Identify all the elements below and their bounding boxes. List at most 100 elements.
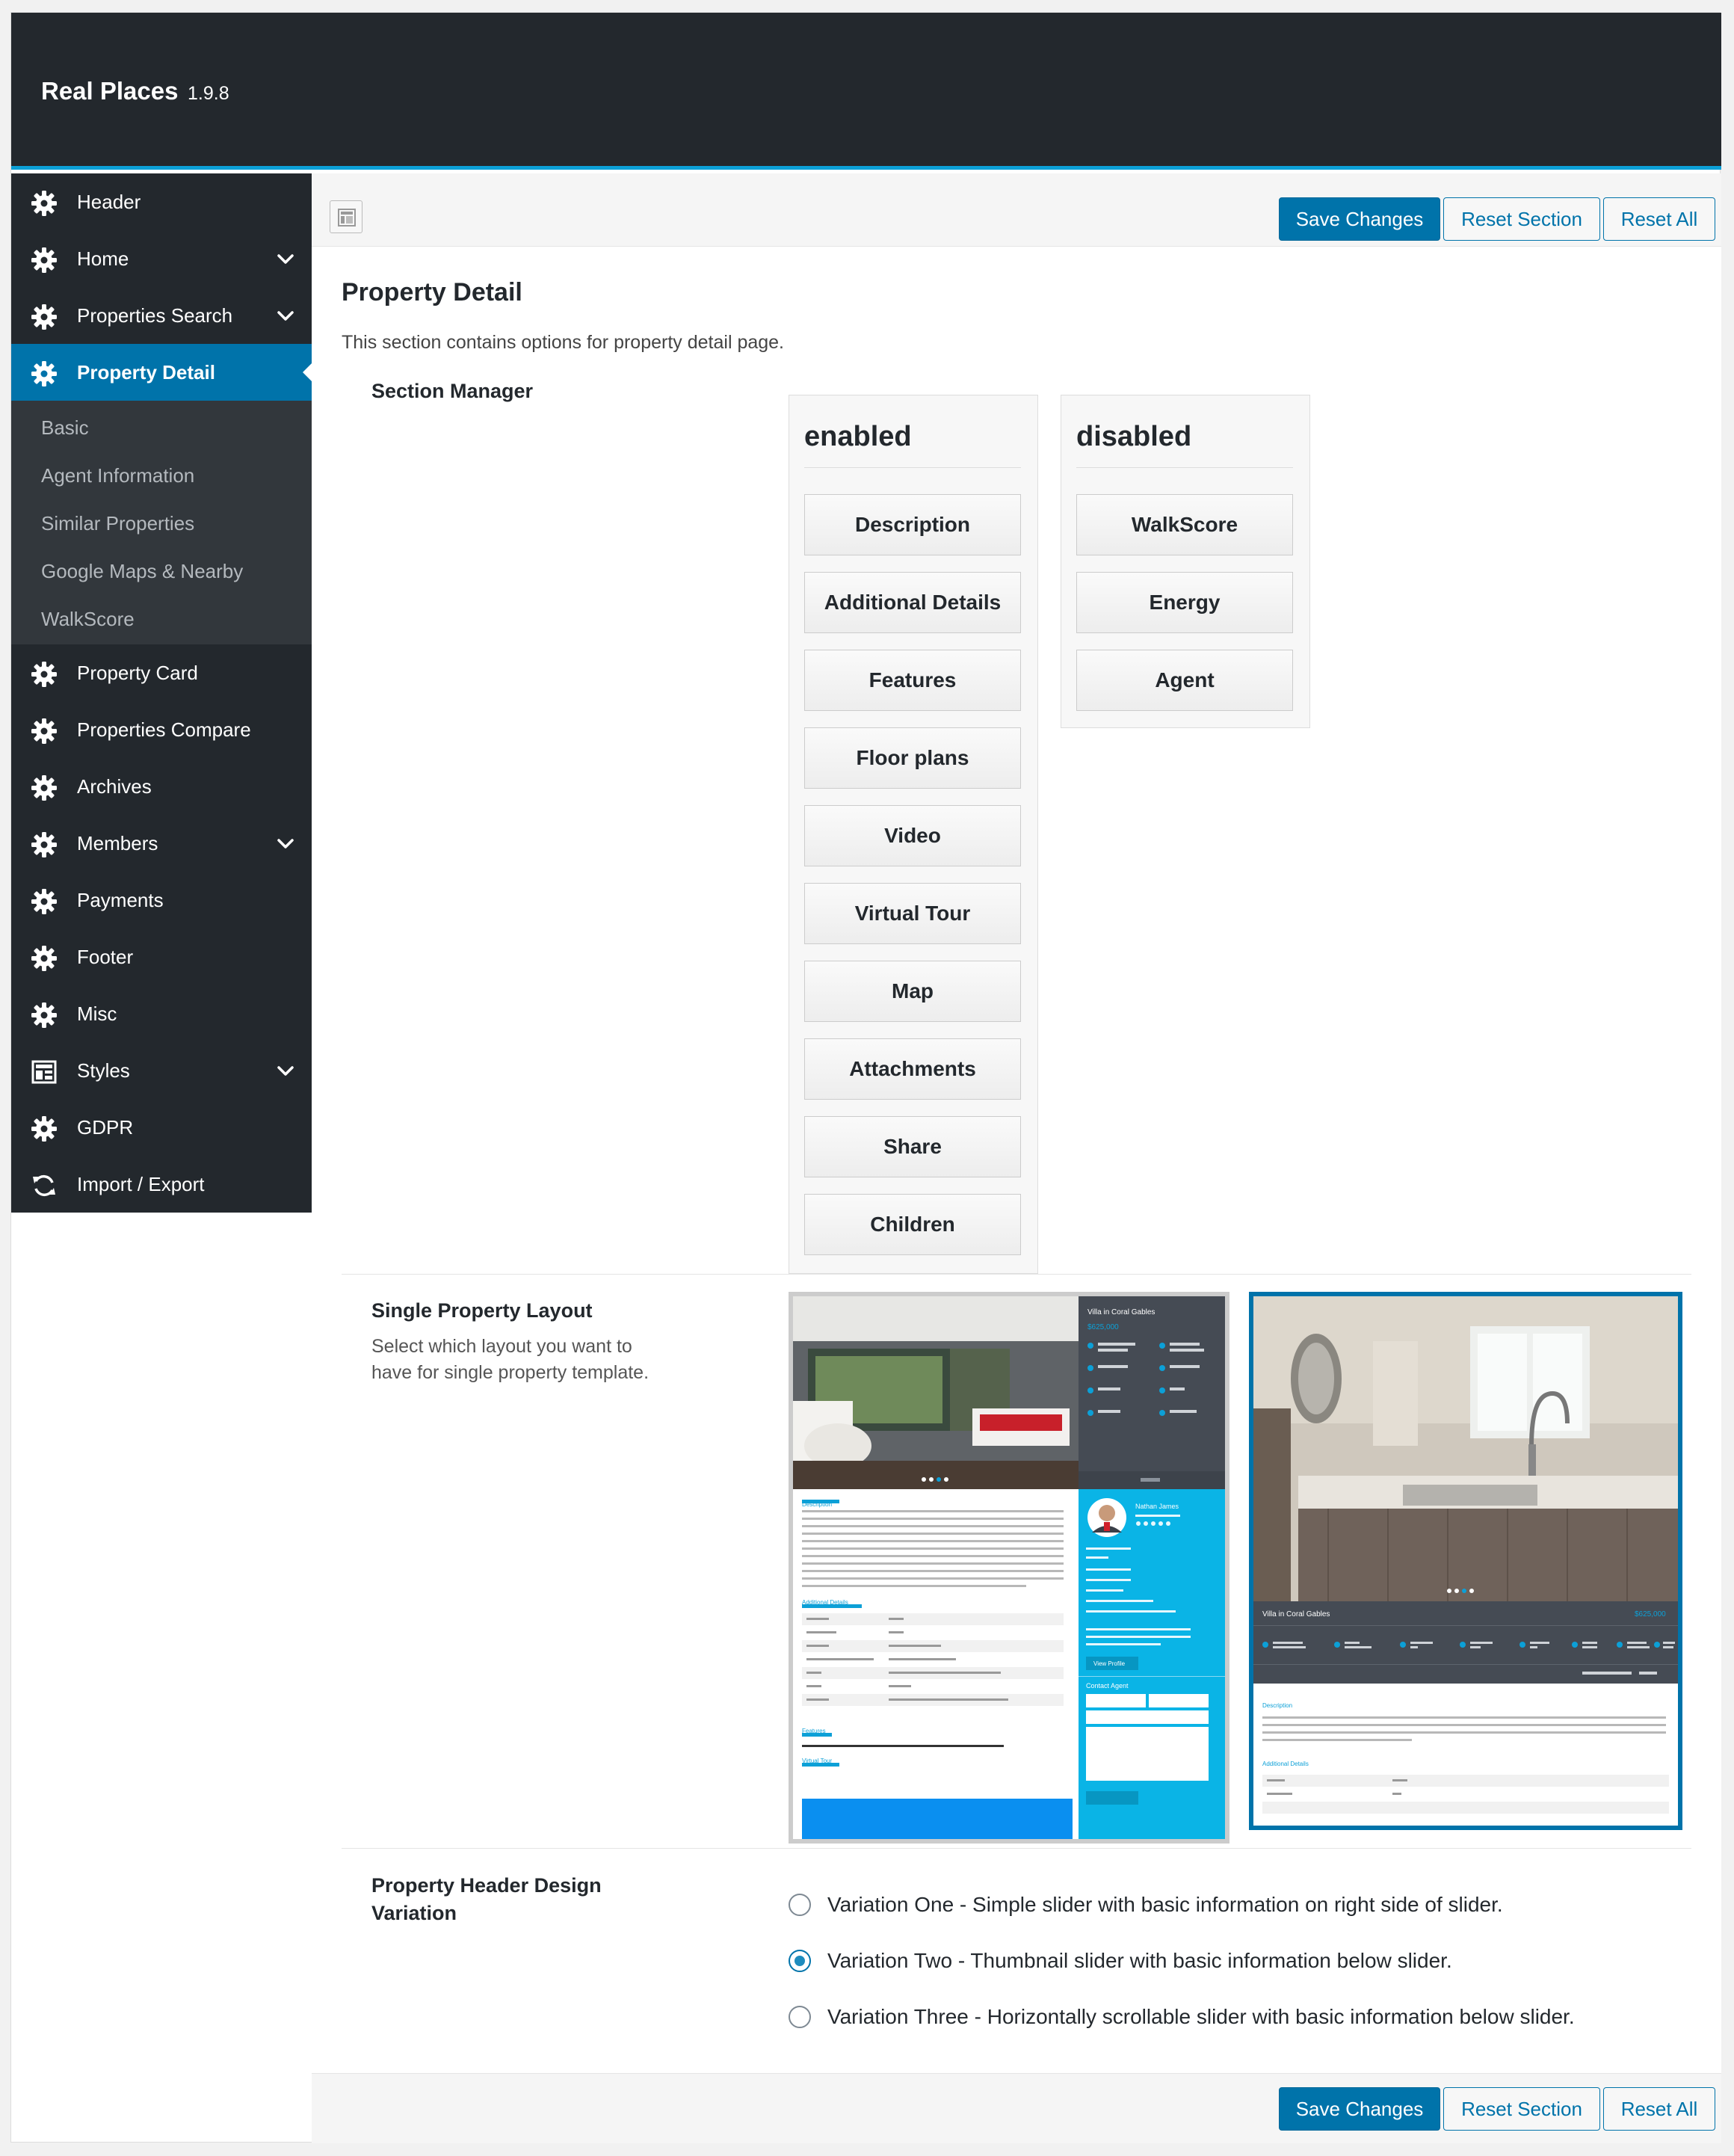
sidebar-item-home[interactable]: Home — [11, 230, 312, 287]
reset-section-button[interactable]: Reset Section — [1443, 2087, 1600, 2131]
submenu-property-detail: Basic Agent Information Similar Properti… — [11, 401, 312, 644]
radio-button[interactable] — [789, 2006, 811, 2028]
preview-virtual-tour-heading: Virtual Tour — [802, 1758, 833, 1764]
sorter-item-share[interactable]: Share — [804, 1116, 1021, 1177]
preview-additional-heading: Additional Details — [802, 1599, 848, 1606]
sidebar-item-property-detail[interactable]: Property Detail — [11, 344, 312, 401]
header-design-label-line: Property Header Design — [371, 1874, 602, 1897]
reset-all-button[interactable]: Reset All — [1603, 2087, 1715, 2131]
options-panel: Real Places 1.9.8 Header Home Properties… — [10, 12, 1721, 2143]
divider — [1076, 467, 1293, 468]
preview-two-title: Villa in Coral Gables — [1262, 1610, 1330, 1618]
layout-icon — [31, 1060, 57, 1084]
header-design-label: Property Header Design Variation — [371, 1872, 602, 1927]
sidebar-item-label: Properties Search — [77, 304, 233, 327]
radio-variation-two[interactable]: Variation Two - Thumbnail slider with ba… — [789, 1949, 1452, 1973]
expand-options-button[interactable] — [330, 200, 362, 233]
section-title: Property Detail — [342, 278, 522, 307]
gear-icon — [31, 304, 58, 330]
submenu-item-walkscore[interactable]: WalkScore — [11, 595, 312, 643]
sorter-item-floor-plans[interactable]: Floor plans — [804, 727, 1021, 789]
gear-icon — [31, 718, 58, 745]
sidebar-item-label: Members — [77, 832, 158, 854]
preview-two-price: $625,000 — [1635, 1610, 1666, 1618]
submenu-item-google-maps[interactable]: Google Maps & Nearby — [11, 547, 312, 595]
active-indicator — [303, 363, 312, 381]
sidebar-item-label: Archives — [77, 775, 152, 798]
sidebar-item-header[interactable]: Header — [11, 173, 312, 230]
layout-two-preview: Villa in Coral Gables $625,000 Descripti… — [1253, 1296, 1678, 1826]
header-design-label-line: Variation — [371, 1902, 457, 1924]
gear-icon — [31, 1115, 58, 1142]
sorter-item-description[interactable]: Description — [804, 494, 1021, 555]
divider — [342, 1274, 1691, 1275]
sidebar-item-payments[interactable]: Payments — [11, 872, 312, 928]
preview-description-heading: Description — [802, 1501, 832, 1508]
radio-label: Variation Two - Thumbnail slider with ba… — [827, 1949, 1452, 1972]
section-manager-label: Section Manager — [371, 380, 534, 402]
sidebar-item-misc[interactable]: Misc — [11, 985, 312, 1042]
gear-icon — [31, 1002, 58, 1029]
sorter-item-energy[interactable]: Energy — [1076, 572, 1293, 633]
sidebar-item-properties-search[interactable]: Properties Search — [11, 287, 312, 344]
sidebar-item-gdpr[interactable]: GDPR — [11, 1099, 312, 1156]
radio-button[interactable] — [789, 1894, 811, 1916]
disabled-sorter: disabled WalkScore Energy Agent — [1061, 395, 1310, 728]
radio-variation-three[interactable]: Variation Three - Horizontally scrollabl… — [789, 2005, 1575, 2029]
sidebar-item-archives[interactable]: Archives — [11, 758, 312, 815]
divider — [804, 467, 1021, 468]
divider — [342, 1848, 1691, 1849]
sidebar-item-members[interactable]: Members — [11, 815, 312, 872]
sidebar-item-label: Footer — [77, 946, 134, 968]
refresh-icon — [33, 1174, 55, 1197]
gear-icon — [31, 247, 58, 274]
preview-two-description-heading: Description — [1262, 1702, 1292, 1709]
sorter-item-walkscore[interactable]: WalkScore — [1076, 494, 1293, 555]
preview-view-profile: View Profile — [1093, 1660, 1126, 1667]
sorter-item-video[interactable]: Video — [804, 805, 1021, 866]
app-version: 1.9.8 — [188, 83, 229, 104]
sidebar-item-styles[interactable]: Styles — [11, 1042, 312, 1099]
sorter-item-children[interactable]: Children — [804, 1194, 1021, 1255]
section-description: This section contains options for proper… — [342, 332, 785, 353]
radio-label: Variation Three - Horizontally scrollabl… — [827, 2005, 1575, 2028]
layout-description: Select which layout you want to have for… — [371, 1334, 649, 1386]
submenu-item-agent-information[interactable]: Agent Information — [11, 452, 312, 499]
sorter-item-additional-details[interactable]: Additional Details — [804, 572, 1021, 633]
submenu-item-basic[interactable]: Basic — [11, 404, 312, 452]
submenu-item-similar-properties[interactable]: Similar Properties — [11, 499, 312, 547]
toolbar-top: Save Changes Reset Section Reset All — [312, 173, 1721, 247]
preview-title: Villa in Coral Gables — [1087, 1308, 1155, 1316]
reset-section-button[interactable]: Reset Section — [1443, 197, 1600, 241]
gear-icon — [31, 774, 58, 801]
save-changes-button[interactable]: Save Changes — [1279, 2087, 1440, 2131]
chevron-down-icon — [276, 307, 295, 326]
layout-option-two[interactable]: Villa in Coral Gables $625,000 Descripti… — [1249, 1292, 1682, 1830]
sorter-item-agent[interactable]: Agent — [1076, 650, 1293, 711]
sidebar-item-properties-compare[interactable]: Properties Compare — [11, 701, 312, 758]
layout-description-line: have for single property template. — [371, 1362, 650, 1383]
sorter-item-virtual-tour[interactable]: Virtual Tour — [804, 883, 1021, 944]
disabled-title: disabled — [1076, 421, 1192, 452]
layout-option-one[interactable]: Villa in Coral Gables $625,000 Nathan Ja… — [789, 1292, 1229, 1844]
sidebar-item-import-export[interactable]: Import / Export — [11, 1156, 312, 1213]
sidebar-item-footer[interactable]: Footer — [11, 928, 312, 985]
radio-button-checked[interactable] — [789, 1950, 811, 1972]
chevron-down-icon — [276, 1062, 295, 1081]
sorter-item-attachments[interactable]: Attachments — [804, 1038, 1021, 1100]
sidebar-item-label: GDPR — [77, 1116, 134, 1139]
radio-variation-one[interactable]: Variation One - Simple slider with basic… — [789, 1893, 1503, 1917]
preview-two-additional-heading: Additional Details — [1262, 1761, 1309, 1767]
sidebar-item-property-card[interactable]: Property Card — [11, 644, 312, 701]
reset-all-button[interactable]: Reset All — [1603, 197, 1715, 241]
options-header: Real Places 1.9.8 — [11, 13, 1721, 170]
sorter-item-features[interactable]: Features — [804, 650, 1021, 711]
sidebar: Header Home Properties Search Property D… — [11, 173, 312, 1213]
options-content: Property Detail This section contains op… — [312, 247, 1721, 2073]
sidebar-item-label: Property Card — [77, 662, 198, 684]
sidebar-item-label: Header — [77, 191, 141, 213]
chevron-down-icon — [276, 834, 295, 854]
save-changes-button[interactable]: Save Changes — [1279, 197, 1440, 241]
sorter-item-map[interactable]: Map — [804, 961, 1021, 1022]
sidebar-item-label: Home — [77, 247, 129, 270]
